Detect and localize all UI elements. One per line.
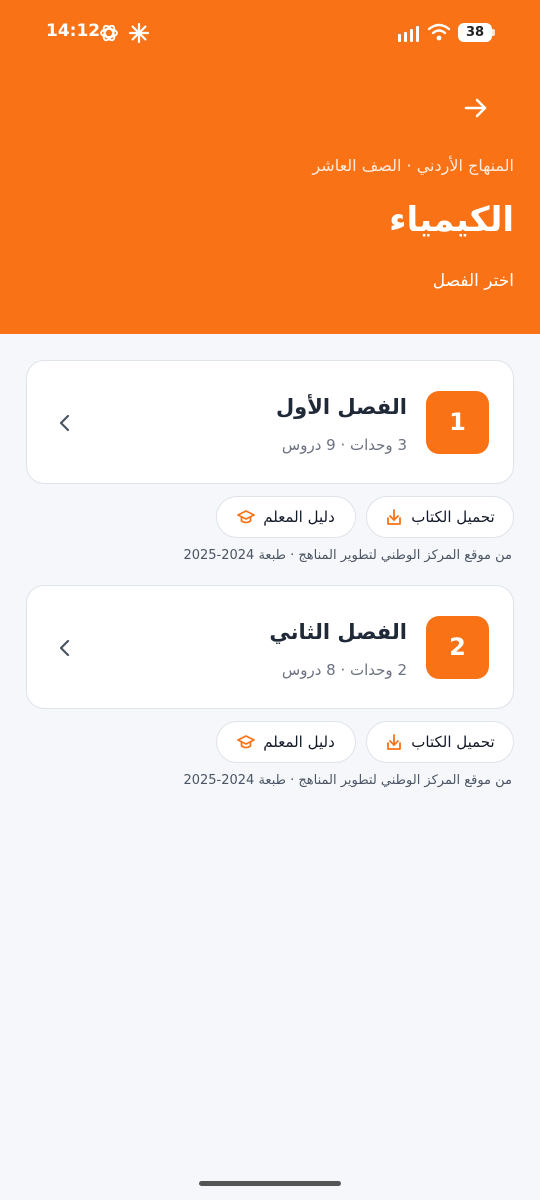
chevron-left-icon <box>59 414 70 432</box>
chevron-left-icon <box>59 639 70 657</box>
status-bar: 14:12 38 <box>0 0 540 66</box>
home-indicator[interactable] <box>199 1181 341 1186</box>
teacher-guide-label: دليل المعلم <box>263 508 335 526</box>
sparkle-icon <box>128 22 150 44</box>
chapter-card-1[interactable]: 1 الفصل الأول 3 وحدات · 9 دروس <box>26 360 514 484</box>
graduation-cap-icon <box>237 510 256 524</box>
source-note: من موقع المركز الوطني لتطوير المناهج · ط… <box>183 548 512 563</box>
source-note: من موقع المركز الوطني لتطوير المناهج · ط… <box>183 773 512 788</box>
graduation-cap-icon <box>237 735 256 749</box>
chapter-title: الفصل الأول <box>275 395 407 419</box>
arrow-right-icon[interactable] <box>460 92 492 124</box>
status-time: 14:12 <box>46 21 101 41</box>
chapter-title: الفصل الثاني <box>269 620 407 644</box>
chapter-number-badge: 2 <box>426 616 489 679</box>
download-book-label: تحميل الكتاب <box>411 733 495 751</box>
download-book-button[interactable]: تحميل الكتاب <box>366 721 514 763</box>
chapter-meta: 3 وحدات · 9 دروس <box>281 436 407 454</box>
download-icon <box>387 734 402 750</box>
chapter-number-badge: 1 <box>426 391 489 454</box>
choose-chapter-prompt: اختر الفصل <box>432 271 514 291</box>
download-book-label: تحميل الكتاب <box>411 508 495 526</box>
page-title: الكيمياء <box>389 200 514 240</box>
download-icon <box>387 509 402 525</box>
teacher-guide-button[interactable]: دليل المعلم <box>216 496 356 538</box>
chapter-card-2[interactable]: 2 الفصل الثاني 2 وحدات · 8 دروس <box>26 585 514 709</box>
chapter-meta: 2 وحدات · 8 دروس <box>281 661 407 679</box>
battery-icon: 38 <box>458 23 492 42</box>
header: 14:12 38 المنهاج الأردني · الصف العاشر ا… <box>0 0 540 334</box>
curriculum-subtitle: المنهاج الأردني · الصف العاشر <box>312 156 514 175</box>
signal-icon <box>398 26 419 42</box>
download-book-button[interactable]: تحميل الكتاب <box>366 496 514 538</box>
openai-icon <box>100 24 118 42</box>
teacher-guide-label: دليل المعلم <box>263 733 335 751</box>
teacher-guide-button[interactable]: دليل المعلم <box>216 721 356 763</box>
battery-tip <box>492 29 495 36</box>
wifi-icon <box>427 23 451 41</box>
